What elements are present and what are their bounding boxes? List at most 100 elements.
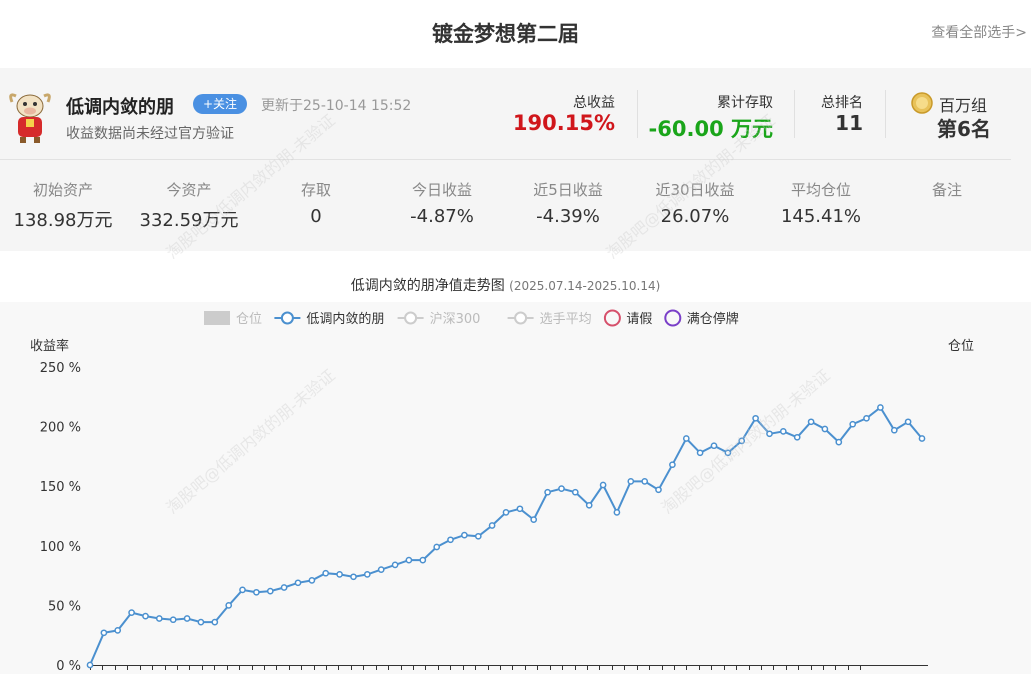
data-point [114,627,122,634]
series-line [89,406,923,666]
data-point [502,509,510,516]
data-point [211,618,219,626]
data-point [835,438,843,446]
legend-label: 低调内敛的朋 [306,311,384,327]
metric-deposit: 存取 0 [300,181,331,227]
data-point [100,629,108,637]
cum-deposit-label: 累计存取 [717,95,773,111]
data-point [155,615,163,622]
section-divider [0,159,1011,160]
legend-label: 请假 [626,312,652,327]
data-point [752,414,759,422]
data-point [336,571,343,578]
data-point [169,616,177,624]
group-rank: 第6名 [937,117,991,141]
divider [637,90,638,138]
data-point [488,522,496,529]
data-point [655,486,662,494]
total-return-value: 190.15% [512,111,615,135]
data-point [461,531,468,539]
legend-item[interactable]: 选手平均 [507,311,592,327]
data-point [266,587,274,595]
data-point [558,485,565,492]
legend-swatch [514,311,528,325]
data-point [669,461,676,469]
data-point [322,569,330,577]
data-point [544,488,551,496]
data-point [821,425,829,433]
legend-item[interactable]: 沪深300 [397,311,481,327]
data-point [877,404,884,411]
cum-deposit-value: -60.00 万元 [648,117,773,141]
page-title: 镀金梦想第二届 [432,22,579,46]
data-point [890,426,898,434]
rank-label: 总排名 [821,95,863,111]
metric-initial-asset: 初始资产 138.98万元 [13,181,113,231]
legend-item[interactable]: 请假 [603,309,653,328]
y-tick-label: 100 % [40,540,81,555]
data-point [308,577,316,584]
legend-label: 沪深300 [430,311,481,327]
data-point [766,430,773,438]
legend-swatch [664,309,682,327]
data-point [183,615,191,622]
y-tick-label: 150 % [40,480,81,495]
y-tick-label: 0 % [56,659,81,674]
divider [885,90,886,138]
legend-item[interactable]: 仓位 [204,311,262,327]
username[interactable]: 低调内敛的朋 [66,93,174,119]
legend-label: 仓位 [236,312,262,327]
metric-5day-return: 近5日收益 -4.39% [533,181,603,227]
data-point [918,435,926,442]
legend-swatch [204,311,230,325]
data-point [904,418,912,426]
y2-axis-title: 仓位 [948,339,974,354]
follow-button[interactable]: +关注 [193,94,248,114]
y-axis-title: 收益率 [30,338,69,354]
data-point [405,556,413,564]
chart-date-range: (2025.07.14-2025.10.14) [509,279,661,293]
data-point [516,505,524,513]
metric-remark: 备注 [931,181,962,199]
data-point [779,428,787,435]
y-tick-label: 250 % [40,361,81,376]
data-point [142,612,149,620]
data-point [128,609,135,616]
data-point [280,584,288,591]
data-point [363,571,371,578]
legend-swatch [280,311,294,325]
chart-title: 低调内敛的朋净值走势图 (2025.07.14-2025.10.14) [0,275,1011,295]
data-point [585,501,593,509]
data-point [738,437,746,445]
data-point [86,661,94,669]
legend-swatch [404,311,418,325]
data-point [197,618,205,626]
data-point [724,449,732,457]
data-point [253,588,260,596]
legend-label: 选手平均 [540,312,592,327]
update-time: 更新于25-10-14 15:52 [261,98,412,114]
view-all-link[interactable]: 查看全部选手> [931,22,1027,42]
divider [794,90,795,138]
net-value-chart: 仓位 低调内敛的朋 沪深300 选手平均 请假 满仓停牌收益率 仓位 0 % 50 % 100 %… [30,309,974,674]
rank-value: 11 [835,111,863,135]
data-point [682,435,690,442]
data-point [849,420,857,428]
y-tick-label: 50 % [48,599,81,614]
legend-label: 满仓停牌 [687,311,739,327]
chart-title-text: 低调内敛的朋净值走势图 [350,278,505,294]
data-point [599,481,607,489]
medal-icon [911,92,933,114]
legend-item[interactable]: 满仓停牌 [664,309,739,328]
y-tick-label: 200 % [40,421,81,436]
data-point [433,543,441,551]
metric-30day-return: 近30日收益 26.07% [655,181,735,227]
data-point [696,449,704,457]
legend-item[interactable]: 低调内敛的朋 [274,311,384,327]
data-point [350,573,357,581]
metric-avg-position: 平均仓位 145.41% [780,181,862,227]
data-point [377,566,385,573]
data-point [710,442,718,450]
avatar[interactable] [6,88,54,144]
legend-swatch [603,309,621,327]
